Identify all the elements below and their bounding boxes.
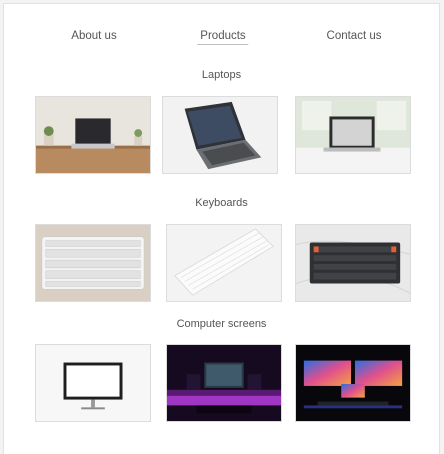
dual-monitor-colorful-photo[interactable] [295, 344, 411, 422]
gaming-setup-purple-photo[interactable] [166, 344, 282, 422]
white-keyboard-photo[interactable] [35, 224, 151, 302]
nav-products[interactable]: Products [197, 30, 249, 45]
nav-contact-us[interactable]: Contact us [327, 30, 382, 42]
nav-about-us[interactable]: About us [71, 30, 116, 42]
laptop-on-desk-by-window-photo[interactable] [295, 96, 411, 174]
page: About us Products Contact us Laptops Key… [3, 3, 440, 454]
laptop-angled-silver-photo[interactable] [162, 96, 278, 174]
dark-keyboard-on-marble-photo[interactable] [295, 224, 411, 302]
section-title-keyboards: Keyboards [195, 197, 248, 209]
laptop-on-wooden-desk-photo[interactable] [35, 96, 151, 174]
section-title-laptops: Laptops [201, 69, 242, 81]
white-keyboard-angled-photo[interactable] [166, 224, 282, 302]
white-monitor-photo[interactable] [35, 344, 151, 422]
top-nav: About us Products Contact us [4, 30, 439, 50]
section-title-computer-screens: Computer screens [176, 318, 267, 330]
